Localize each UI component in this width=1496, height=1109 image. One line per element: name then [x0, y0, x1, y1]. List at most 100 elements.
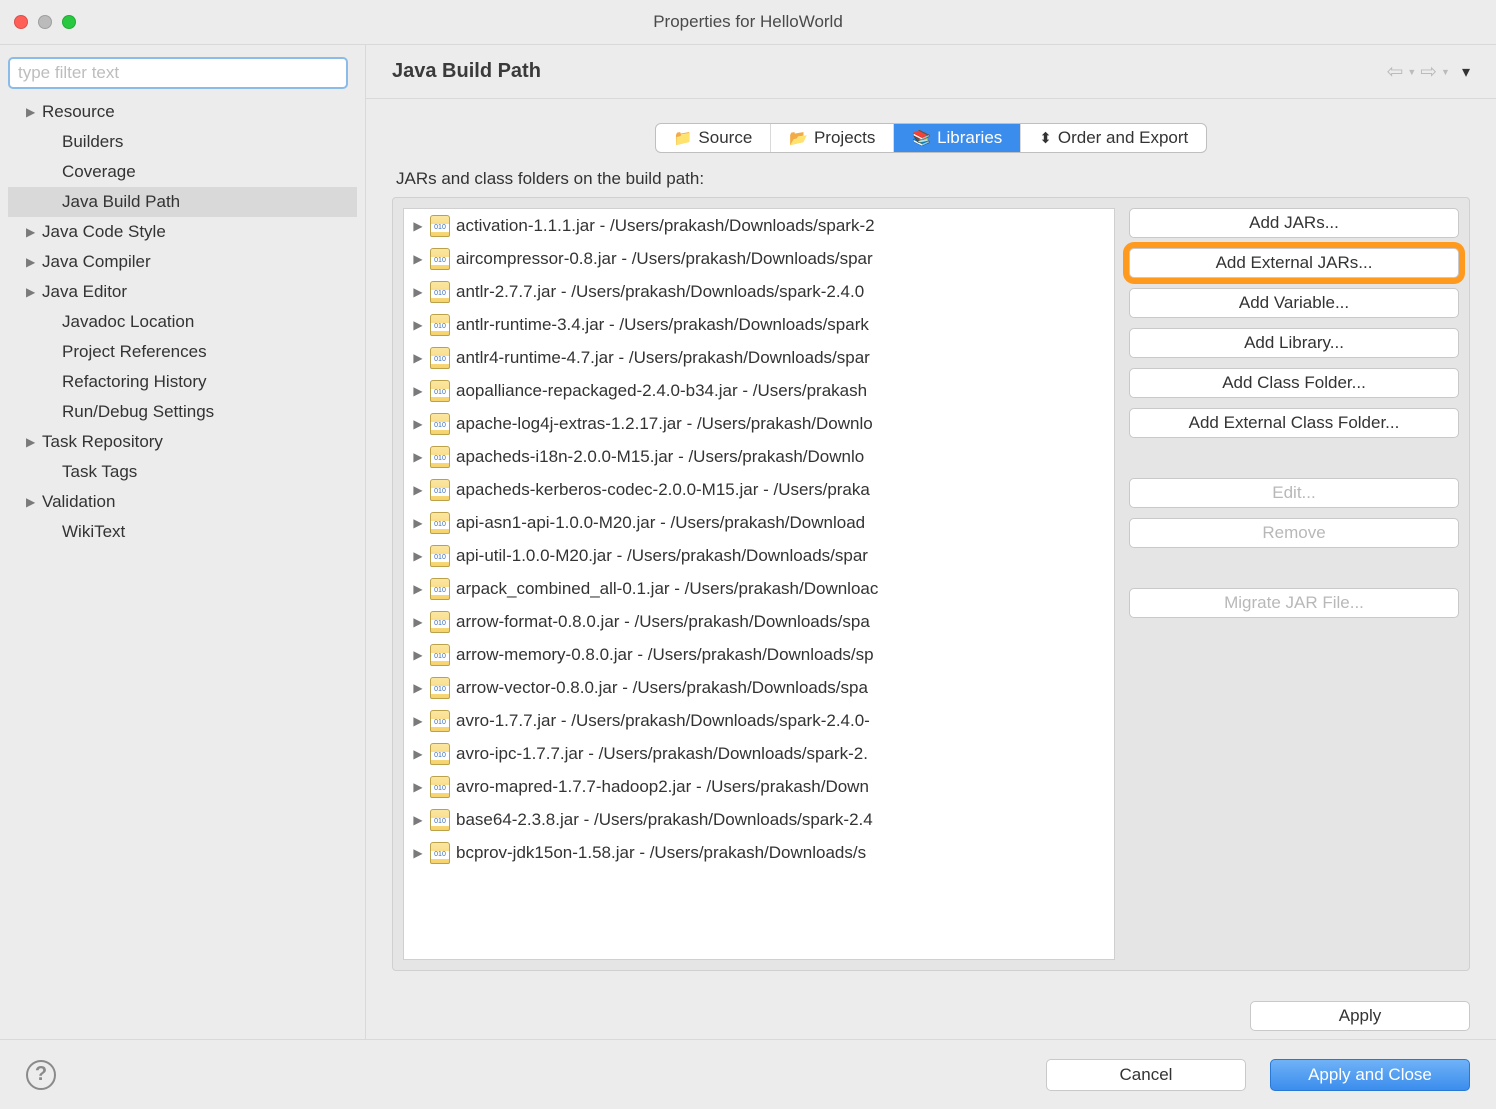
expand-arrow-icon[interactable]: ▶	[410, 351, 426, 365]
jar-icon	[430, 578, 450, 600]
expand-arrow-icon[interactable]: ▶	[410, 615, 426, 629]
apply-and-close-button[interactable]: Apply and Close	[1270, 1059, 1470, 1091]
tab-libraries[interactable]: 📚Libraries	[894, 124, 1021, 152]
expand-arrow-icon[interactable]: ▶	[26, 495, 38, 509]
tree-item-java-code-style[interactable]: ▶Java Code Style	[8, 217, 357, 247]
expand-arrow-icon[interactable]: ▶	[410, 846, 426, 860]
jar-entry[interactable]: ▶ apache-log4j-extras-1.2.17.jar - /Users…	[404, 407, 1114, 440]
jar-entry[interactable]: ▶base64-2.3.8.jar - /Users/prakash/Downl…	[404, 803, 1114, 836]
tree-item-java-build-path[interactable]: Java Build Path	[8, 187, 357, 217]
apply-button[interactable]: Apply	[1250, 1001, 1470, 1031]
add-variable-button[interactable]: Add Variable...	[1129, 288, 1459, 318]
jar-entry[interactable]: ▶aircompressor-0.8.jar - /Users/prakash/…	[404, 242, 1114, 275]
expand-arrow-icon[interactable]: ▶	[410, 318, 426, 332]
expand-arrow-icon[interactable]: ▶	[410, 747, 426, 761]
tab-label: Projects	[814, 128, 875, 148]
add-class-folder-button[interactable]: Add Class Folder...	[1129, 368, 1459, 398]
tab-projects[interactable]: 📂Projects	[771, 124, 894, 152]
expand-arrow-icon[interactable]: ▶	[410, 252, 426, 266]
add-library-button[interactable]: Add Library...	[1129, 328, 1459, 358]
expand-arrow-icon[interactable]: ▶	[410, 813, 426, 827]
jar-entry[interactable]: ▶arrow-memory-0.8.0.jar - /Users/prakash…	[404, 638, 1114, 671]
jar-label: apache-log4j-extras-1.2.17.jar - /Users/…	[456, 414, 873, 434]
tree-item-coverage[interactable]: Coverage	[8, 157, 357, 187]
forward-icon[interactable]: ⇨	[1420, 59, 1437, 84]
expand-arrow-icon[interactable]: ▶	[410, 549, 426, 563]
view-menu-icon[interactable]: ▾	[1462, 62, 1470, 82]
tree-item-project-references[interactable]: Project References	[8, 337, 357, 367]
expand-arrow-icon[interactable]: ▶	[410, 384, 426, 398]
jar-entry[interactable]: ▶avro-mapred-1.7.7-hadoop2.jar - /Users/…	[404, 770, 1114, 803]
expand-arrow-icon[interactable]: ▶	[26, 105, 38, 119]
jar-entry[interactable]: ▶antlr4-runtime-4.7.jar - /Users/prakash…	[404, 341, 1114, 374]
remove-button: Remove	[1129, 518, 1459, 548]
expand-arrow-icon[interactable]: ▶	[410, 714, 426, 728]
tree-item-refactoring-history[interactable]: Refactoring History	[8, 367, 357, 397]
expand-arrow-icon[interactable]: ▶	[410, 516, 426, 530]
expand-arrow-icon[interactable]: ▶	[26, 285, 38, 299]
jar-entry[interactable]: ▶avro-ipc-1.7.7.jar - /Users/prakash/Dow…	[404, 737, 1114, 770]
tab-source[interactable]: 📁 Source	[656, 124, 772, 152]
expand-arrow-icon[interactable]: ▶	[410, 483, 426, 497]
jar-section-label: JARs and class folders on the build path…	[396, 169, 1466, 189]
jar-entry[interactable]: ▶bcprov-jdk15on-1.58.jar - /Users/prakas…	[404, 836, 1114, 869]
jar-entry[interactable]: ▶api-util-1.0.0-M20.jar - /Users/prakash…	[404, 539, 1114, 572]
jar-entry[interactable]: ▶activation-1.1.1.jar - /Users/prakash/D…	[404, 209, 1114, 242]
jar-entry[interactable]: ▶arrow-vector-0.8.0.jar - /Users/prakash…	[404, 671, 1114, 704]
tree-item-validation[interactable]: ▶ Validation	[8, 487, 357, 517]
jar-label: api-asn1-api-1.0.0-M20.jar - /Users/prak…	[456, 513, 865, 533]
jar-label: antlr-runtime-3.4.jar - /Users/prakash/D…	[456, 315, 869, 335]
tree-item-task-tags[interactable]: Task Tags	[8, 457, 357, 487]
edit-button: Edit...	[1129, 478, 1459, 508]
expand-arrow-icon[interactable]: ▶	[410, 285, 426, 299]
tab-label: Source	[698, 128, 752, 148]
jar-entry[interactable]: ▶aopalliance-repackaged-2.4.0-b34.jar - …	[404, 374, 1114, 407]
jar-entry[interactable]: ▶arpack_combined_all-0.1.jar - /Users/pr…	[404, 572, 1114, 605]
expand-arrow-icon[interactable]: ▶	[410, 780, 426, 794]
expand-arrow-icon[interactable]: ▶	[410, 219, 426, 233]
cancel-button[interactable]: Cancel	[1046, 1059, 1246, 1091]
jar-entry[interactable]: ▶avro-1.7.7.jar - /Users/prakash/Downloa…	[404, 704, 1114, 737]
tab-order-and-export[interactable]: ⬍Order and Export	[1021, 124, 1206, 152]
sidebar: ▶ResourceBuildersCoverageJava Build Path…	[0, 45, 366, 1039]
page-title: Java Build Path	[392, 60, 541, 83]
jar-entry[interactable]: ▶ api-asn1-api-1.0.0-M20.jar - /Users/pra…	[404, 506, 1114, 539]
tree-item-wikitext[interactable]: WikiText	[8, 517, 357, 547]
back-menu-icon[interactable]: ▼	[1407, 67, 1416, 77]
jar-entry[interactable]: ▶ arrow-format-0.8.0.jar - /Users/prakash…	[404, 605, 1114, 638]
add-external-jars-button[interactable]: Add External JARs...	[1129, 248, 1459, 278]
expand-arrow-icon[interactable]: ▶	[410, 648, 426, 662]
expand-arrow-icon[interactable]: ▶	[410, 681, 426, 695]
tree-item-javadoc-location[interactable]: Javadoc Location	[8, 307, 357, 337]
tree-item-task-repository[interactable]: ▶Task Repository	[8, 427, 357, 457]
tree-item-java-editor[interactable]: ▶Java Editor	[8, 277, 357, 307]
expand-arrow-icon[interactable]: ▶	[410, 417, 426, 431]
jar-entry[interactable]: ▶apacheds-kerberos-codec-2.0.0-M15.jar -…	[404, 473, 1114, 506]
back-icon[interactable]: ⇦	[1387, 59, 1404, 84]
tree-item-label: Javadoc Location	[62, 312, 194, 332]
folder-icon: 📁	[674, 129, 693, 147]
jar-label: arrow-format-0.8.0.jar - /Users/prakash/…	[456, 612, 870, 632]
jar-entry[interactable]: ▶antlr-2.7.7.jar - /Users/prakash/Downlo…	[404, 275, 1114, 308]
add-jars-button[interactable]: Add JARs...	[1129, 208, 1459, 238]
tree-item-java-compiler[interactable]: ▶Java Compiler	[8, 247, 357, 277]
forward-menu-icon[interactable]: ▼	[1441, 67, 1450, 77]
tree-item-resource[interactable]: ▶Resource	[8, 97, 357, 127]
jar-list[interactable]: ▶activation-1.1.1.jar - /Users/prakash/D…	[403, 208, 1115, 960]
expand-arrow-icon[interactable]: ▶	[410, 450, 426, 464]
tree-item-label: Run/Debug Settings	[62, 402, 214, 422]
tree-item-run-debug-settings[interactable]: Run/Debug Settings	[8, 397, 357, 427]
filter-input[interactable]	[8, 57, 348, 89]
expand-arrow-icon[interactable]: ▶	[26, 435, 38, 449]
tree-item-builders[interactable]: Builders	[8, 127, 357, 157]
jar-entry[interactable]: ▶ antlr-runtime-3.4.jar - /Users/prakash/…	[404, 308, 1114, 341]
jar-icon	[430, 347, 450, 369]
jar-icon	[430, 611, 450, 633]
jar-entry[interactable]: ▶apacheds-i18n-2.0.0-M15.jar - /Users/pr…	[404, 440, 1114, 473]
help-icon[interactable]: ?	[26, 1060, 56, 1090]
expand-arrow-icon[interactable]: ▶	[410, 582, 426, 596]
tree-item-label: Validation	[42, 492, 115, 512]
add-external-class-folder-button[interactable]: Add External Class Folder...	[1129, 408, 1459, 438]
expand-arrow-icon[interactable]: ▶	[26, 255, 38, 269]
expand-arrow-icon[interactable]: ▶	[26, 225, 38, 239]
